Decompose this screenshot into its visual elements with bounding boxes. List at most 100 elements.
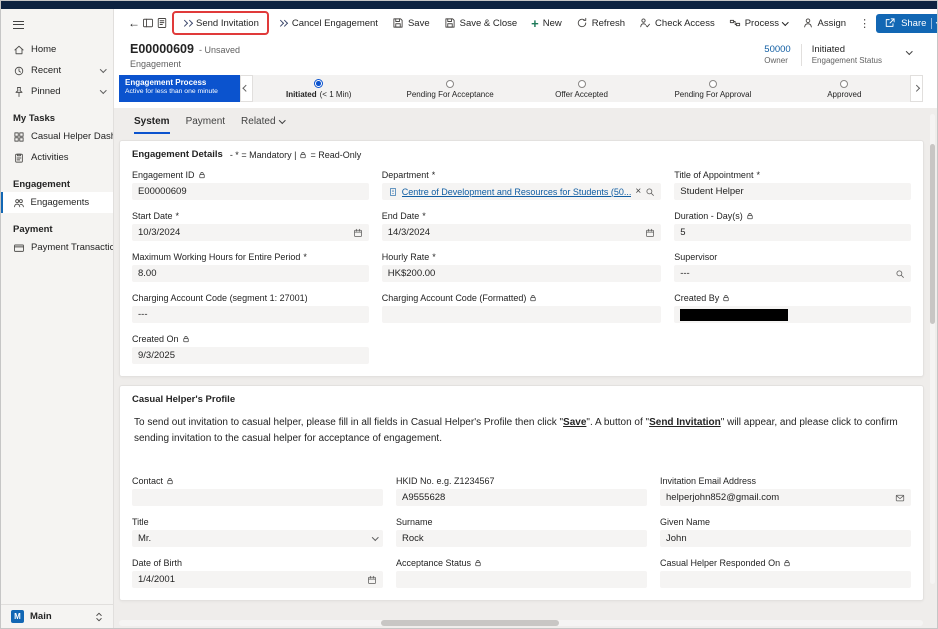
process-scroll-left-button[interactable] xyxy=(240,75,253,102)
hkid-input[interactable]: A9555628 xyxy=(396,489,647,506)
sidebar-item-engagements[interactable]: Engagements xyxy=(1,192,113,213)
title-select[interactable]: Mr. xyxy=(132,530,383,547)
form-content: System Payment Related Engagement Detail… xyxy=(114,108,937,628)
process-stage-initiated[interactable]: Initiated(< 1 Min) xyxy=(253,75,384,102)
chevron-down-icon xyxy=(100,66,106,72)
required-marker: * xyxy=(432,252,436,262)
field-label: Maximum Working Hours for Entire Period xyxy=(132,252,300,262)
stage-duration: (< 1 Min) xyxy=(320,90,352,99)
clipboard-icon xyxy=(13,152,25,164)
save-icon xyxy=(392,17,404,29)
pin-icon xyxy=(13,86,25,98)
side-panel-button[interactable] xyxy=(142,13,154,33)
start-date-input[interactable]: 10/3/2024 xyxy=(132,224,369,241)
duration-days-input[interactable]: 5 xyxy=(674,224,911,241)
required-marker: * xyxy=(432,170,436,180)
vertical-scrollbar-thumb[interactable] xyxy=(930,144,935,324)
more-commands-button[interactable]: ⋮ xyxy=(853,17,876,30)
process-stage-offer-accepted[interactable]: Offer Accepted xyxy=(516,75,647,102)
share-button[interactable]: Share xyxy=(876,14,938,33)
send-invitation-button[interactable]: Send Invitation xyxy=(175,13,266,33)
field-label: HKID No. e.g. Z1234567 xyxy=(396,476,495,486)
credit-card-icon xyxy=(13,242,25,254)
charging-account-code-input[interactable]: --- xyxy=(132,306,369,323)
hourly-rate-input[interactable]: HK$200.00 xyxy=(382,265,661,282)
building-icon xyxy=(388,187,398,197)
created-by-input[interactable] xyxy=(674,306,911,323)
field-hourly-rate: Hourly Rate* HK$200.00 xyxy=(382,252,661,282)
acceptance-status-input[interactable] xyxy=(396,571,647,588)
sidebar-item-label: Recent xyxy=(31,65,61,76)
contact-input[interactable] xyxy=(132,489,383,506)
search-icon[interactable] xyxy=(645,187,655,197)
sidebar-item-activities[interactable]: Activities xyxy=(1,147,113,168)
calendar-icon[interactable] xyxy=(367,575,377,585)
check-access-button[interactable]: Check Access xyxy=(632,13,722,33)
tab-related[interactable]: Related xyxy=(241,116,284,134)
stage-label: Offer Accepted xyxy=(555,90,608,99)
process-stage-pending-for-approval[interactable]: Pending For Approval xyxy=(647,75,778,102)
tab-system[interactable]: System xyxy=(134,116,170,134)
lock-icon xyxy=(529,294,537,302)
created-on-input[interactable]: 9/3/2025 xyxy=(132,347,369,364)
horizontal-scrollbar-thumb[interactable] xyxy=(381,620,559,626)
calendar-icon[interactable] xyxy=(353,228,363,238)
save-button[interactable]: Save xyxy=(385,13,437,33)
sidebar-item-label: Casual Helper Dashb... xyxy=(31,131,113,142)
area-badge: M xyxy=(11,610,24,623)
max-working-hours-input[interactable]: 8.00 xyxy=(132,265,369,282)
calendar-icon[interactable] xyxy=(645,228,655,238)
field-label: Date of Birth xyxy=(132,558,182,568)
save-and-close-button[interactable]: Save & Close xyxy=(437,13,525,33)
chevron-down-icon xyxy=(100,87,106,93)
sidebar-item-casual-helper-dashboard[interactable]: Casual Helper Dashb... xyxy=(1,126,113,147)
charging-account-code-formatted-input[interactable] xyxy=(382,306,661,323)
title-of-appointment-input[interactable]: Student Helper xyxy=(674,183,911,200)
form-button[interactable] xyxy=(156,13,168,33)
assign-button[interactable]: Assign xyxy=(795,13,854,33)
field-engagement-id: Engagement ID E00000609 xyxy=(132,170,369,200)
process-button[interactable]: Process xyxy=(722,13,795,33)
responded-on-input[interactable] xyxy=(660,571,911,588)
form-scroll-area: Engagement Details - * = Mandatory | = R… xyxy=(114,134,937,628)
email-icon[interactable] xyxy=(895,493,905,503)
field-responded-on: Casual Helper Responded On xyxy=(660,558,911,588)
nav-sidebar: Home Recent Pinned My Tasks Casual Helpe… xyxy=(1,9,114,628)
back-button[interactable]: ← xyxy=(128,13,140,33)
date-of-birth-input[interactable]: 1/4/2001 xyxy=(132,571,383,588)
cancel-engagement-button[interactable]: Cancel Engagement xyxy=(271,13,385,33)
sidebar-item-recent[interactable]: Recent xyxy=(1,60,113,81)
sidebar-item-home[interactable]: Home xyxy=(1,39,113,60)
given-name-input[interactable]: John xyxy=(660,530,911,547)
check-access-label: Check Access xyxy=(655,18,715,29)
new-button[interactable]: + New xyxy=(524,13,569,33)
department-lookup[interactable]: Centre of Development and Resources for … xyxy=(382,183,661,200)
owner-label: Owner xyxy=(764,56,790,66)
area-switcher[interactable]: M Main xyxy=(1,604,113,628)
dashboard-icon xyxy=(13,131,25,143)
sidebar-item-pinned[interactable]: Pinned xyxy=(1,81,113,102)
field-label: End Date xyxy=(382,211,420,221)
assign-label: Assign xyxy=(818,18,847,29)
search-icon[interactable] xyxy=(895,269,905,279)
department-link[interactable]: Centre of Development and Resources for … xyxy=(402,187,632,197)
invitation-email-input[interactable]: helperjohn852@gmail.com xyxy=(660,489,911,506)
refresh-button[interactable]: Refresh xyxy=(569,13,632,33)
process-stage-approved[interactable]: Approved xyxy=(779,75,910,102)
process-scroll-right-button[interactable] xyxy=(910,75,923,102)
tab-payment[interactable]: Payment xyxy=(186,116,225,134)
double-chevron-icon xyxy=(278,21,287,26)
end-date-input[interactable]: 14/3/2024 xyxy=(382,224,661,241)
sidebar-item-payment-transactions[interactable]: Payment Transactions xyxy=(1,237,113,258)
supervisor-lookup[interactable]: --- xyxy=(674,265,911,282)
status-value: Initiated xyxy=(812,44,882,56)
owner-link[interactable]: 50000 xyxy=(764,44,790,56)
process-stage-pending-for-acceptance[interactable]: Pending For Acceptance xyxy=(384,75,515,102)
app-window: Home Recent Pinned My Tasks Casual Helpe… xyxy=(0,0,938,629)
engagement-id-input[interactable]: E00000609 xyxy=(132,183,369,200)
sidebar-group-my-tasks: My Tasks xyxy=(1,111,113,126)
surname-input[interactable]: Rock xyxy=(396,530,647,547)
sitemap-toggle-button[interactable] xyxy=(1,9,113,39)
process-name-box[interactable]: Engagement Process Active for less than … xyxy=(119,75,240,102)
clear-value-icon[interactable]: × xyxy=(635,186,641,197)
